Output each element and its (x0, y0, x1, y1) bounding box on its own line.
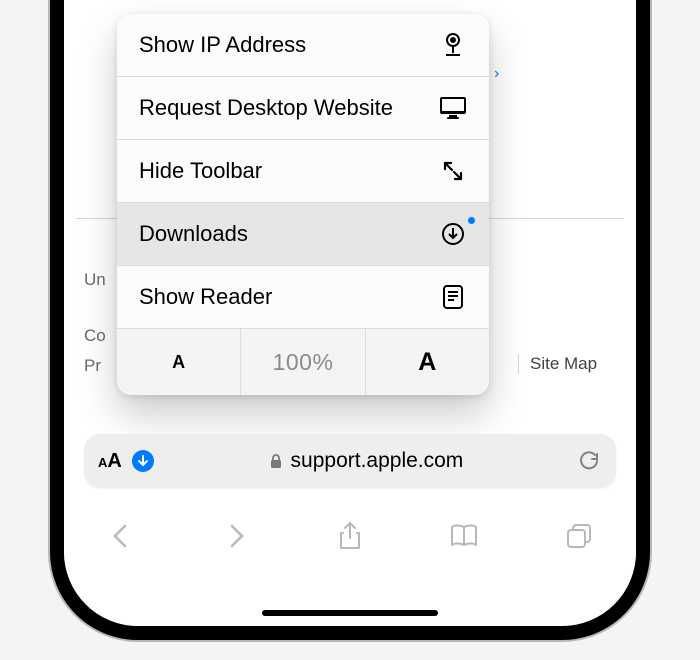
menu-item-downloads[interactable]: Downloads (117, 203, 489, 266)
zoom-percent-display[interactable]: 100% (241, 329, 365, 395)
zoom-big-a-icon: A (418, 348, 436, 377)
downloads-activity-dot (468, 217, 475, 224)
menu-item-label: Downloads (139, 221, 248, 247)
menu-item-label: Request Desktop Website (139, 95, 393, 121)
downloads-icon (439, 220, 467, 248)
text-size-icon: AA (98, 450, 122, 473)
zoom-increase-button[interactable]: A (366, 329, 489, 395)
menu-item-show-reader[interactable]: Show Reader (117, 266, 489, 329)
bg-text-3: Pr (84, 356, 101, 376)
back-button[interactable] (99, 514, 143, 558)
menu-item-label: Hide Toolbar (139, 158, 262, 184)
chevron-right-icon: › (494, 65, 499, 83)
chevron-right-icon (226, 522, 246, 550)
book-icon (449, 523, 479, 549)
expand-arrows-icon (439, 157, 467, 185)
bookmarks-button[interactable] (442, 514, 486, 558)
tabs-icon (565, 522, 593, 550)
chevron-left-icon (111, 522, 131, 550)
safari-toolbar (64, 506, 636, 566)
text-zoom-row: A 100% A (117, 329, 489, 395)
share-button[interactable] (328, 514, 372, 558)
bg-text-2: Co (84, 326, 106, 346)
url-display[interactable]: support.apple.com (154, 449, 578, 473)
menu-item-hide-toolbar[interactable]: Hide Toolbar (117, 140, 489, 203)
site-map-link[interactable]: Site Map (530, 354, 597, 374)
bg-text-1: Un (84, 270, 106, 290)
zoom-percent-label: 100% (273, 349, 334, 376)
url-text: support.apple.com (291, 449, 464, 473)
menu-item-label: Show IP Address (139, 32, 306, 58)
reader-doc-icon (439, 283, 467, 311)
desktop-monitor-icon (439, 94, 467, 122)
page-settings-popover: Show IP Address Request Desktop Website (117, 14, 489, 395)
zoom-decrease-button[interactable]: A (117, 329, 241, 395)
ip-pin-icon (439, 31, 467, 59)
zoom-small-a-icon: A (172, 352, 185, 373)
downloads-badge-icon[interactable] (132, 450, 154, 472)
lock-icon (269, 453, 283, 469)
menu-item-show-ip[interactable]: Show IP Address (117, 14, 489, 77)
address-bar[interactable]: AA support.apple.com (84, 434, 616, 488)
menu-item-label: Show Reader (139, 284, 272, 310)
iphone-device-frame: › Un Co Pr Site Map Show IP Address (50, 0, 650, 640)
menu-item-request-desktop[interactable]: Request Desktop Website (117, 77, 489, 140)
refresh-icon (578, 450, 600, 472)
share-icon (337, 521, 363, 551)
iphone-screen: › Un Co Pr Site Map Show IP Address (64, 0, 636, 626)
refresh-button[interactable] (578, 450, 616, 472)
forward-button[interactable] (214, 514, 258, 558)
page-settings-button[interactable]: AA (84, 450, 154, 473)
home-indicator[interactable] (262, 610, 438, 616)
tabs-button[interactable] (557, 514, 601, 558)
